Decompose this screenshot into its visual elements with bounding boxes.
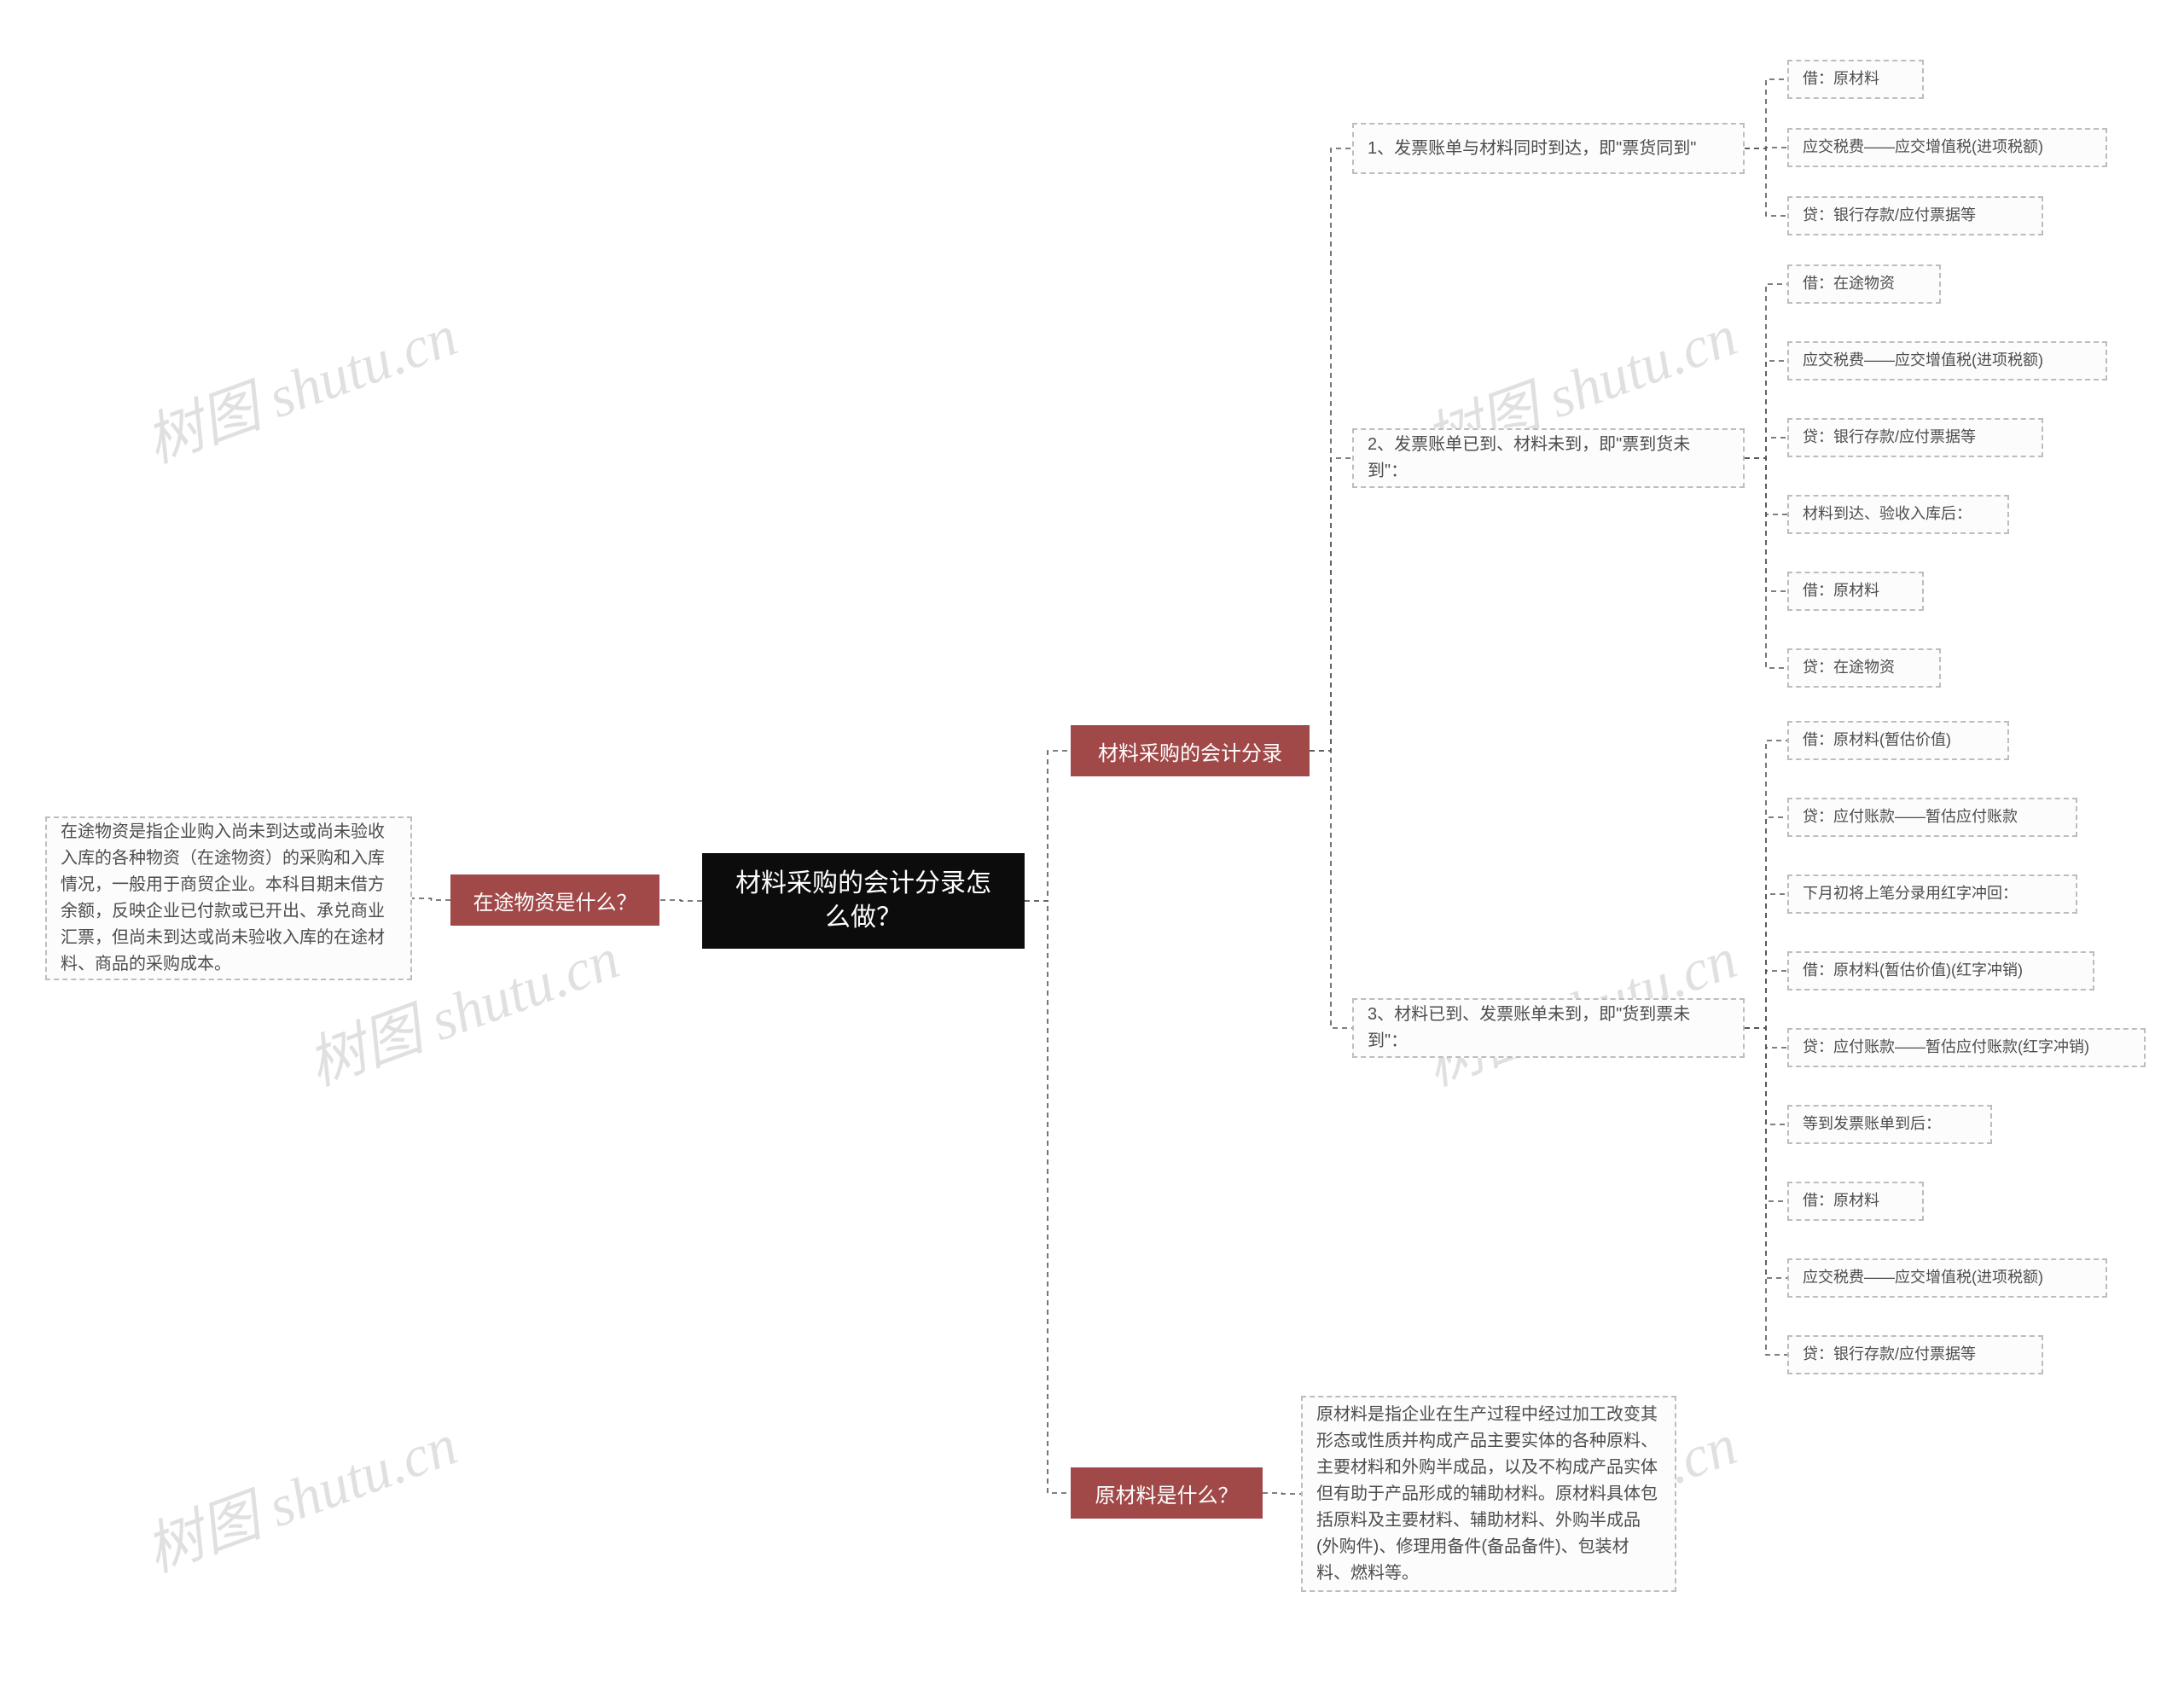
root-node: 材料采购的会计分录怎么做？ [702,853,1025,949]
case-3-entry-6: 借：原材料 [1787,1182,1924,1221]
raw-materials-definition: 原材料是指企业在生产过程中经过加工改变其形态或性质并构成产品主要实体的各种原料、… [1301,1396,1676,1592]
case-2-entry-3: 材料到达、验收入库后： [1787,495,2009,534]
case-3-entry-3: 借：原材料(暂估价值)(红字冲销) [1787,951,2094,991]
case-2-title: 2、发票账单已到、材料未到，即"票到货未到"： [1352,428,1745,488]
case-3-entry-2: 下月初将上笔分录用红字冲回： [1787,874,2077,914]
branch-procurement-entries: 材料采购的会计分录 [1071,725,1310,776]
case-2-entry-2: 贷：银行存款/应付票据等 [1787,418,2043,457]
case-1-entry-1: 应交税费——应交增值税(进项税额) [1787,128,2107,167]
case-1-entry-2: 贷：银行存款/应付票据等 [1787,196,2043,235]
branch-transit-goods: 在途物资是什么？ [450,874,659,926]
watermark: 树图 shutu.cn [132,1397,467,1589]
case-3-entry-8: 贷：银行存款/应付票据等 [1787,1335,2043,1374]
case-3-entry-5: 等到发票账单到后： [1787,1105,1992,1144]
case-3-title: 3、材料已到、发票账单未到，即"货到票未到"： [1352,998,1745,1058]
case-2-entry-5: 贷：在途物资 [1787,648,1941,688]
transit-goods-definition: 在途物资是指企业购入尚未到达或尚未验收入库的各种物资（在途物资）的采购和入库情况… [45,816,412,980]
branch-raw-materials: 原材料是什么？ [1071,1467,1263,1519]
case-2-entry-4: 借：原材料 [1787,572,1924,611]
case-1-title: 1、发票账单与材料同时到达，即"票货同到" [1352,123,1745,174]
watermark: 树图 shutu.cn [132,288,467,479]
case-3-entry-7: 应交税费——应交增值税(进项税额) [1787,1258,2107,1298]
case-3-entry-1: 贷：应付账款——暂估应付账款 [1787,798,2077,837]
case-3-entry-4: 贷：应付账款——暂估应付账款(红字冲销) [1787,1028,2146,1067]
case-3-entry-0: 借：原材料(暂估价值) [1787,721,2009,760]
case-1-entry-0: 借：原材料 [1787,60,1924,99]
case-2-entry-0: 借：在途物资 [1787,264,1941,304]
case-2-entry-1: 应交税费——应交增值税(进项税额) [1787,341,2107,381]
